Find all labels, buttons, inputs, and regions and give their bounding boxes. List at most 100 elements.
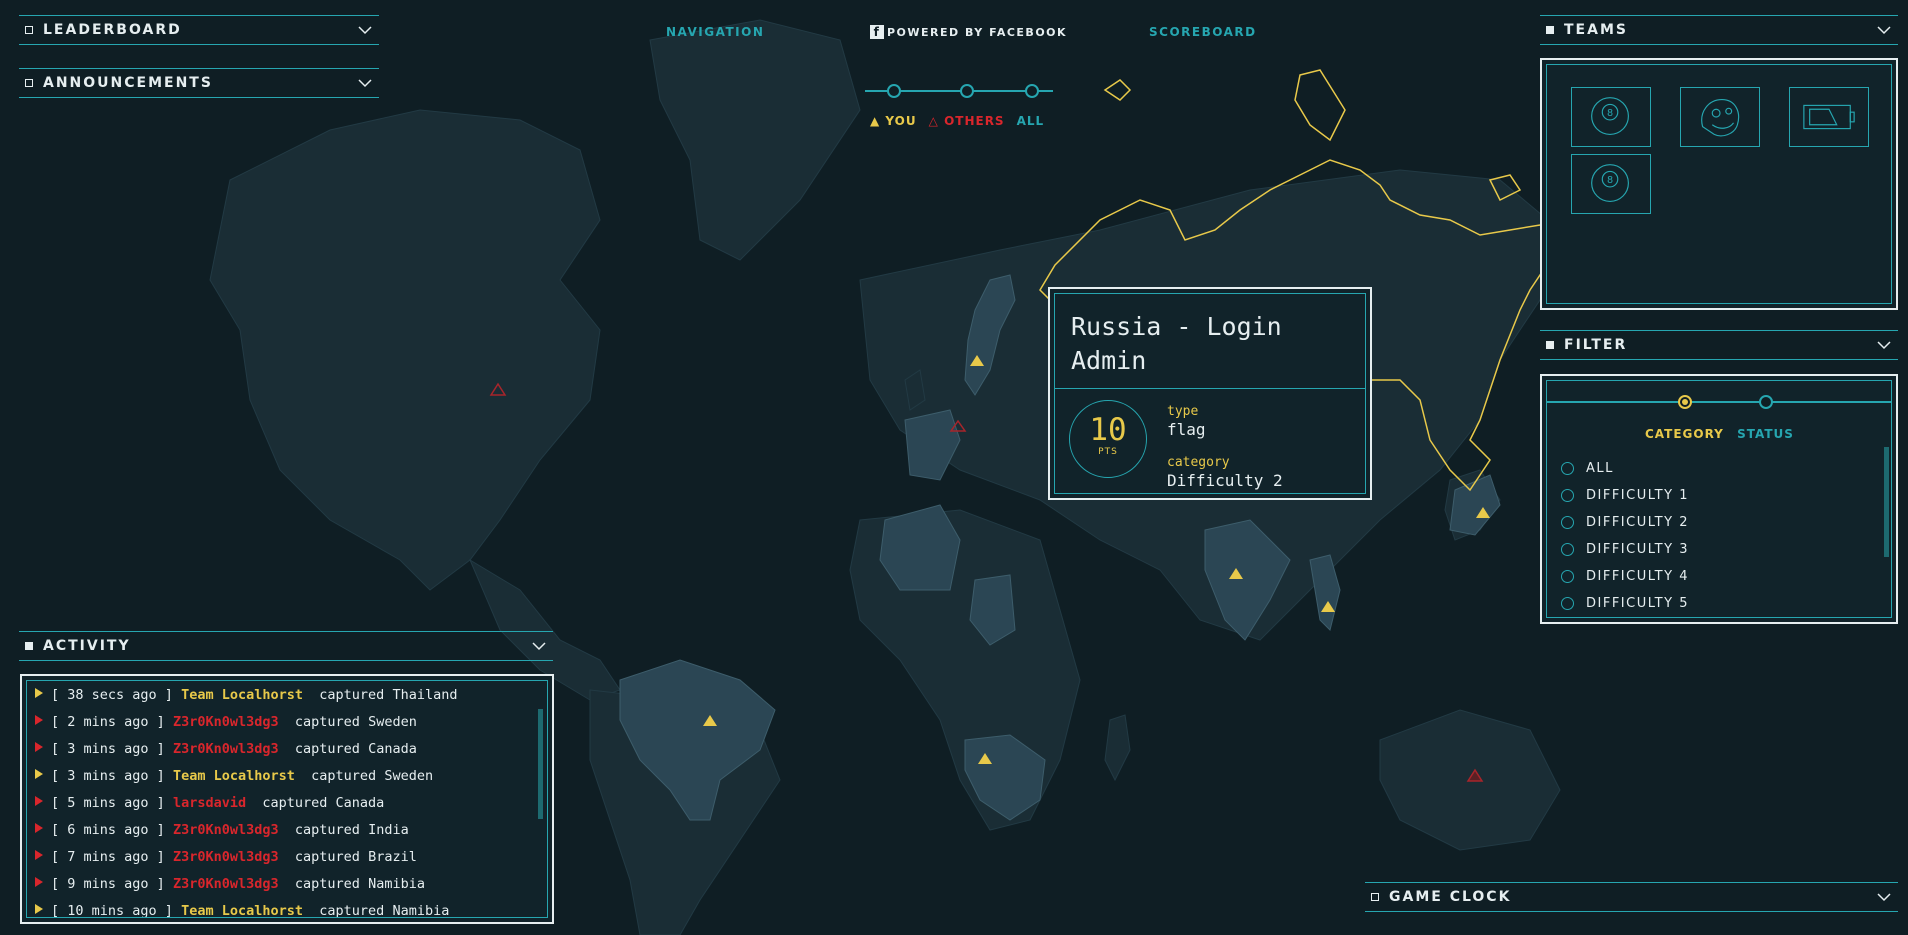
chevron-down-icon[interactable] [1876,23,1892,37]
game-clock-panel-header[interactable]: GAME CLOCK [1365,882,1898,912]
filter-option-label: DIFFICULTY 1 [1586,488,1689,503]
activity-team[interactable]: Z3r0Kn0wl3dg3 [173,849,279,865]
slider-track [1547,401,1891,403]
tab-status[interactable]: STATUS [1737,427,1794,441]
chevron-down-icon[interactable] [1876,338,1892,352]
activity-time: [ 2 mins ago ] [51,714,165,730]
leaderboard-panel-header[interactable]: LEADERBOARD [19,15,379,45]
chevron-down-icon[interactable] [1876,890,1892,904]
filter-option[interactable]: ALL [1561,461,1614,476]
slider-knob-status[interactable] [1759,395,1773,409]
activity-action: captured [294,849,360,865]
activity-country: Namibia [368,876,425,892]
bullet-triangle-icon [35,688,43,698]
country-popup[interactable]: Russia - Login Admin 10 PTS type flag ca… [1048,287,1372,500]
bullet-triangle-icon [35,850,43,860]
points-unit: PTS [1098,447,1118,457]
tab-category[interactable]: CATEGORY [1645,427,1724,441]
team-tile[interactable] [1789,87,1869,147]
activity-time: [ 10 mins ago ] [51,903,173,918]
points-badge: 10 PTS [1069,400,1147,478]
popup-divider [1055,388,1365,389]
activity-title: ACTIVITY [43,638,131,654]
bullet-triangle-icon [35,796,43,806]
toggle-knob-others[interactable] [960,84,974,98]
filter-option[interactable]: DIFFICULTY 1 [1561,488,1689,503]
filter-option[interactable]: DIFFICULTY 2 [1561,515,1689,530]
filter-option[interactable]: DIFFICULTY 5 [1561,596,1689,611]
activity-feed[interactable]: [ 38 secs ago ] Team Localhorst captured… [20,674,554,924]
chevron-down-icon[interactable] [357,23,373,37]
activity-team[interactable]: Z3r0Kn0wl3dg3 [173,741,279,757]
activity-team[interactable]: larsdavid [173,795,246,811]
team-tile[interactable]: 8 [1571,87,1651,147]
radio-icon[interactable] [1561,543,1574,556]
team-tile[interactable] [1680,87,1760,147]
bullet-triangle-icon [35,877,43,887]
radio-icon[interactable] [1561,516,1574,529]
radio-icon[interactable] [1561,570,1574,583]
activity-country: Brazil [368,849,417,865]
activity-team[interactable]: Team Localhorst [173,768,295,784]
activity-team[interactable]: Z3r0Kn0wl3dg3 [173,876,279,892]
activity-team[interactable]: Team Localhorst [181,687,303,703]
radio-icon[interactable] [1561,597,1574,610]
toggle-knob-all[interactable] [1025,84,1039,98]
eight-ball-icon: 8 [1591,164,1629,202]
filter-option[interactable]: DIFFICULTY 3 [1561,542,1689,557]
bullet-triangle-icon [35,769,43,779]
teams-panel-header[interactable]: TEAMS [1540,15,1898,45]
activity-time: [ 7 mins ago ] [51,849,165,865]
chevron-down-icon[interactable] [357,76,373,90]
team-tile[interactable]: 8 [1571,154,1651,214]
filter-option-label: DIFFICULTY 3 [1586,542,1689,557]
activity-row: [ 2 mins ago ] Z3r0Kn0wl3dg3 captured Sw… [35,714,417,730]
scrollbar[interactable] [1884,447,1889,557]
bullet-triangle-icon [35,742,43,752]
activity-panel-header[interactable]: ACTIVITY [19,631,553,661]
others-option[interactable]: △ OTHERS [929,114,1005,128]
slider-knob-category[interactable] [1678,395,1692,409]
svg-text:8: 8 [1607,108,1613,119]
you-option[interactable]: ▲ YOU [870,114,917,128]
filter-tab-slider[interactable] [1547,395,1891,409]
toggle-knob-you[interactable] [887,84,901,98]
others-triangle-icon: △ [928,114,939,128]
view-toggle[interactable] [865,84,1053,98]
activity-country: Canada [335,795,385,811]
view-toggle-labels: ▲ YOU △ OTHERS ALL [870,114,1044,128]
filter-tabs: CATEGORY STATUS [1645,427,1794,441]
activity-country: Namibia [392,903,450,918]
scrollbar[interactable] [538,709,543,819]
activity-action: captured [319,903,385,918]
category-value: Difficulty 2 [1167,471,1283,490]
scoreboard-link[interactable]: SCOREBOARD [1149,25,1257,39]
all-option[interactable]: ALL [1017,114,1045,128]
filter-option-label: DIFFICULTY 4 [1586,569,1689,584]
activity-team[interactable]: Z3r0Kn0wl3dg3 [173,822,279,838]
announcements-panel-header[interactable]: ANNOUNCEMENTS [19,68,379,98]
activity-time: [ 5 mins ago ] [51,795,165,811]
type-value: flag [1167,420,1206,439]
activity-row: [ 10 mins ago ] Team Localhorst captured… [35,903,450,918]
navigation-link[interactable]: NAVIGATION [666,25,764,39]
filter-panel: CATEGORY STATUS ALL DIFFICULTY 1 DIFFICULT… [1540,374,1898,624]
filter-panel-header[interactable]: FILTER [1540,330,1898,360]
filter-title: FILTER [1564,337,1628,353]
panel-square-icon [1546,26,1554,34]
category-label: category [1167,455,1230,470]
activity-row: [ 38 secs ago ] Team Localhorst captured… [35,687,457,703]
activity-team[interactable]: Z3r0Kn0wl3dg3 [173,714,279,730]
svg-text:8: 8 [1607,175,1613,186]
chevron-down-icon[interactable] [531,639,547,653]
bullet-triangle-icon [35,715,43,725]
powered-by-facebook: f POWERED BY FACEBOOK [870,25,1067,39]
activity-team[interactable]: Team Localhorst [181,903,303,917]
filter-option-label: DIFFICULTY 2 [1586,515,1689,530]
activity-time: [ 38 secs ago ] [51,687,173,703]
activity-country: Canada [368,741,417,757]
activity-country: Thailand [392,687,458,703]
filter-option[interactable]: DIFFICULTY 4 [1561,569,1689,584]
radio-icon[interactable] [1561,462,1574,475]
radio-icon[interactable] [1561,489,1574,502]
